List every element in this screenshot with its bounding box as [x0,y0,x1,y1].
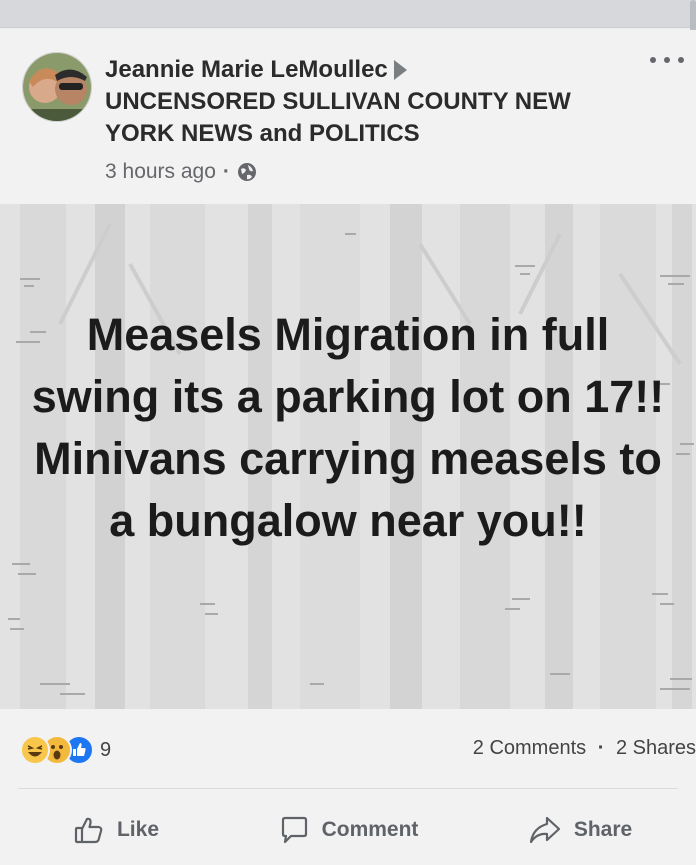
engagement-stats: 2 Comments · 2 Shares [473,737,696,760]
more-options-icon[interactable] [650,52,684,68]
post-header: Jeannie Marie LeMoullec UNCENSORED SULLI… [0,30,696,202]
post-meta: 3 hours ago · [105,160,625,184]
stats-separator: · [597,737,605,759]
like-label: Like [116,818,160,841]
author-name[interactable]: Jeannie Marie LeMoullec [105,54,388,86]
divider [18,788,678,789]
comments-count[interactable]: 2 Comments [473,737,586,759]
share-icon [529,816,560,844]
share-button[interactable]: Share [464,800,696,860]
reaction-summary[interactable]: 9 [20,734,111,766]
post-card: Jeannie Marie LeMoullec UNCENSORED SULLI… [0,30,696,865]
comment-button[interactable]: Comment [232,800,464,860]
meta-separator: · [222,160,230,183]
reaction-count[interactable]: 9 [100,739,111,762]
author-block: Jeannie Marie LeMoullec UNCENSORED SULLI… [105,54,625,184]
comment-icon [281,816,307,844]
post-image-text: Measels Migration in full swing its a pa… [31,309,665,546]
haha-icon [20,735,50,765]
reactions-row: 9 2 Comments · 2 Shares [0,730,696,772]
shares-count[interactable]: 2 Shares [616,737,696,759]
post-actions: Like Comment Share [0,800,696,860]
post-image[interactable]: Measels Migration in full swing its a pa… [0,204,696,709]
like-button[interactable]: Like [0,800,232,860]
arrow-right-icon [393,60,407,80]
author-line: Jeannie Marie LeMoullec [105,54,625,86]
app-top-bar [0,0,696,28]
group-name[interactable]: UNCENSORED SULLIVAN COUNTY NEW YORK NEWS… [105,86,625,150]
comment-label: Comment [321,818,419,841]
globe-icon [237,162,257,182]
post-time[interactable]: 3 hours ago [105,160,216,184]
avatar[interactable] [22,52,92,122]
share-label: Share [573,818,633,841]
thumbs-up-icon [74,817,103,844]
